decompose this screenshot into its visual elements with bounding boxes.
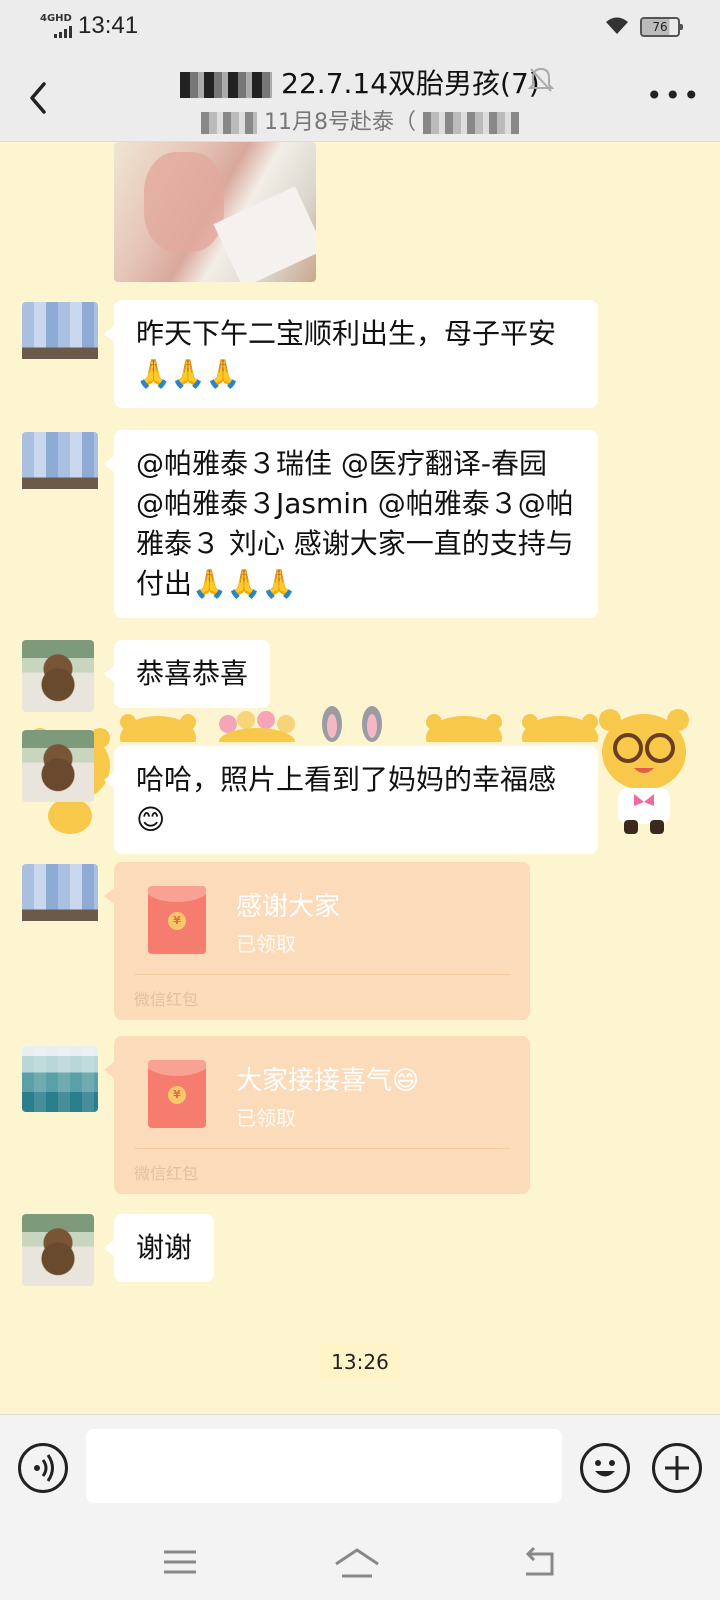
network-indicator: 4GHD <box>40 13 72 24</box>
plus-icon[interactable] <box>652 1443 702 1493</box>
home-icon[interactable] <box>332 1544 382 1580</box>
bear-sticker-icon <box>426 714 502 742</box>
message-text: 哈哈，照片上看到了妈妈的幸福感😊 <box>136 763 557 836</box>
flower-bear-sticker-icon <box>219 711 295 742</box>
bell-off-icon <box>528 67 554 92</box>
red-envelope-icon: ¥ <box>148 1060 206 1128</box>
redacted-mosaic <box>201 112 257 134</box>
time-divider: 13:26 <box>320 1344 400 1380</box>
status-bar: 4GHD 13:41 76 <box>0 0 720 52</box>
more-horizontal-icon[interactable]: ••• <box>646 82 702 110</box>
red-packet-title: 大家接接喜气😄 <box>236 1066 420 1096</box>
redacted-mosaic <box>423 112 519 134</box>
red-packet-status: 已领取 <box>236 932 296 956</box>
red-packet-title: 感谢大家 <box>236 892 341 922</box>
glasses-bear-sticker-icon <box>599 709 689 834</box>
image-message[interactable] <box>114 142 316 282</box>
chat-title-text: 22.7.14双胎男孩(7) <box>281 67 540 100</box>
message-text: 谢谢 <box>136 1231 193 1264</box>
menu-icon[interactable] <box>160 1544 200 1580</box>
message-text: 恭喜恭喜 <box>136 657 249 690</box>
avatar[interactable] <box>22 730 94 802</box>
red-packet-label: 微信红包 <box>134 990 199 1009</box>
message-bubble[interactable]: 哈哈，照片上看到了妈妈的幸福感😊 <box>104 746 598 854</box>
bunny-sticker-icon <box>322 706 382 742</box>
red-envelope-icon: ¥ <box>148 886 206 954</box>
avatar[interactable] <box>22 1214 94 1286</box>
input-bar <box>0 1414 720 1520</box>
avatar[interactable] <box>22 1046 98 1112</box>
system-nav-bar <box>0 1520 720 1600</box>
avatar[interactable] <box>22 432 98 508</box>
signal-icon <box>54 26 72 38</box>
wifi-icon <box>606 17 628 34</box>
red-packet-status: 已领取 <box>236 1106 296 1130</box>
message-bubble[interactable]: 昨天下午二宝顺利出生，母子平安🙏🙏🙏 <box>104 300 598 408</box>
message-bubble[interactable]: @帕雅泰３瑞佳 @医疗翻译-春园 @帕雅泰３Jasmin @帕雅泰３@帕雅泰３ … <box>104 430 598 618</box>
chat-subtitle-text: 11月8号赴泰（ <box>264 110 416 135</box>
back-icon[interactable] <box>522 1544 562 1580</box>
avatar[interactable] <box>22 864 98 940</box>
avatar[interactable] <box>22 302 98 378</box>
emoji-icon[interactable] <box>580 1443 630 1493</box>
message-text: @帕雅泰３瑞佳 @医疗翻译-春园 @帕雅泰３Jasmin @帕雅泰３@帕雅泰３ … <box>136 447 574 600</box>
battery-icon: 76 <box>640 17 683 37</box>
message-bubble[interactable]: 恭喜恭喜 <box>103 640 271 708</box>
message-bubble[interactable]: 谢谢 <box>103 1214 215 1282</box>
chevron-left-icon[interactable] <box>20 78 60 118</box>
avatar[interactable] <box>22 640 94 712</box>
status-time: 13:41 <box>78 12 139 39</box>
message-input[interactable] <box>86 1429 562 1503</box>
voice-icon[interactable] <box>18 1443 68 1493</box>
redacted-mosaic <box>180 72 273 98</box>
red-packet-card[interactable]: ¥ 感谢大家 已领取 微信红包 <box>104 862 530 1020</box>
message-text: 昨天下午二宝顺利出生，母子平安🙏🙏🙏 <box>136 317 557 390</box>
red-packet-label: 微信红包 <box>134 1164 199 1183</box>
red-packet-card[interactable]: ¥ 大家接接喜气😄 已领取 微信红包 <box>104 1036 530 1194</box>
bear-sticker-icon <box>120 714 196 742</box>
bear-sticker-icon <box>522 714 598 742</box>
chat-header: 22.7.14双胎男孩(7) 11月8号赴泰（ ••• <box>0 52 720 142</box>
chat-subtitle: 11月8号赴泰（ <box>110 104 610 136</box>
